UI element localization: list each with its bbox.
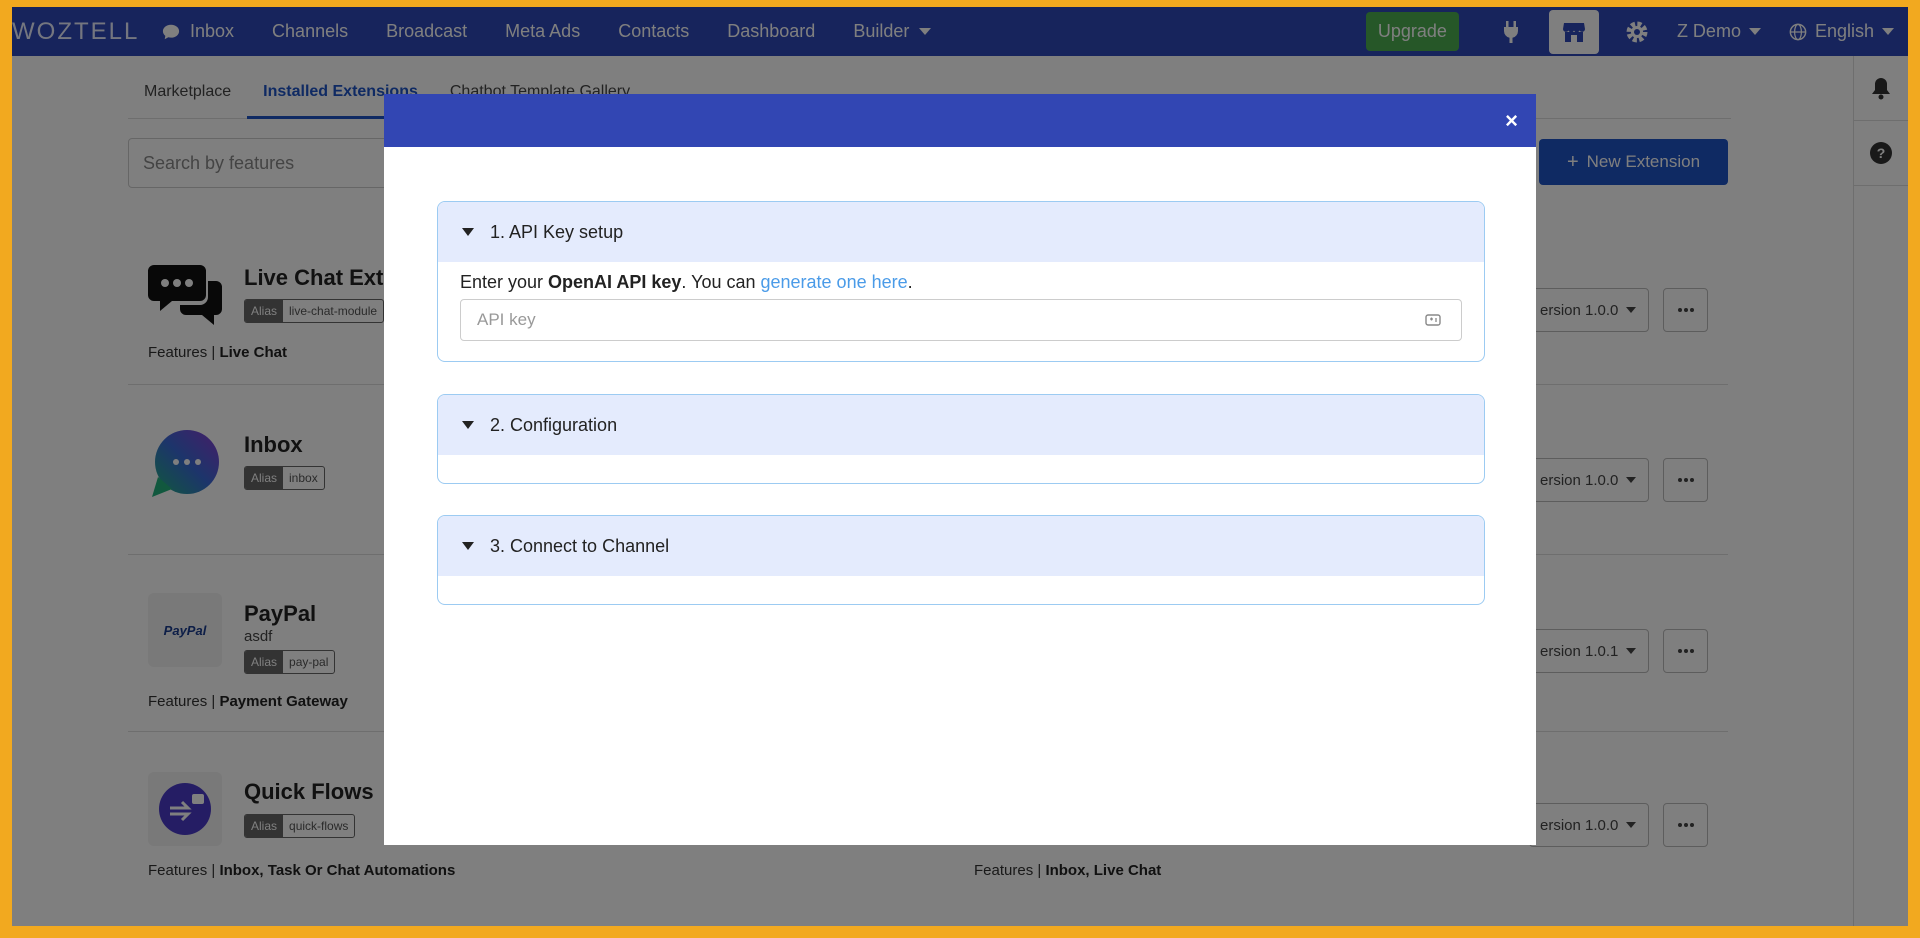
caret-down-icon <box>462 228 474 236</box>
api-key-panel: 1. API Key setup Enter your OpenAI API k… <box>437 201 1485 362</box>
app-window: WOZTELL Inbox Channels Broadcast Meta Ad… <box>12 7 1908 926</box>
generate-key-link[interactable]: generate one here <box>761 272 908 292</box>
caret-down-icon <box>462 421 474 429</box>
configuration-panel: 2. Configuration <box>437 394 1485 484</box>
connect-channel-panel: 3. Connect to Channel <box>437 515 1485 605</box>
caret-down-icon <box>462 542 474 550</box>
api-key-placeholder: API key <box>477 310 536 329</box>
panel-title: 3. Connect to Channel <box>490 535 670 556</box>
panel-title: 1. API Key setup <box>490 221 624 242</box>
extension-setup-modal: × 1. API Key setup Enter your OpenAI API… <box>384 94 1536 845</box>
api-key-panel-header[interactable]: 1. API Key setup <box>438 202 1484 262</box>
panel-title: 2. Configuration <box>490 414 618 435</box>
api-key-instructions: Enter your OpenAI API key. You can gener… <box>460 272 913 292</box>
api-key-input[interactable]: API key <box>460 299 1462 341</box>
password-manager-icon[interactable] <box>1425 312 1441 333</box>
connect-channel-panel-header[interactable]: 3. Connect to Channel <box>438 516 1484 576</box>
api-key-panel-body: Enter your OpenAI API key. You can gener… <box>438 262 1484 341</box>
close-icon[interactable]: × <box>1505 108 1518 134</box>
modal-header: × <box>384 94 1536 147</box>
configuration-panel-header[interactable]: 2. Configuration <box>438 395 1484 455</box>
